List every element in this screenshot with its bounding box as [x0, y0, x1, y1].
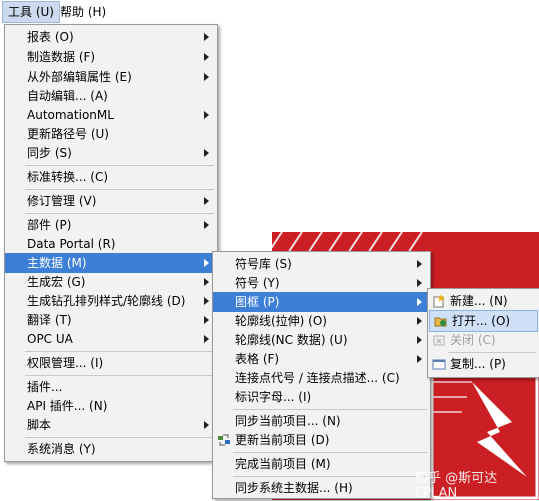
menu-item-edit-external-properties[interactable]: 从外部编辑属性 (E) [5, 67, 217, 87]
menu-item-update-route-numbers[interactable]: 更新路径号 (U) [5, 124, 217, 144]
menu-separator [25, 375, 214, 376]
menu-separator [25, 351, 214, 352]
menu-item-form[interactable]: 表格 (F) [213, 349, 430, 369]
menu-item-translate[interactable]: 翻译 (T) [5, 310, 217, 330]
menu-separator [233, 476, 427, 477]
menu-item-generate-macros[interactable]: 生成宏 (G) [5, 272, 217, 292]
menu-item-auto-edit[interactable]: 自动编辑... (A) [5, 86, 217, 106]
menu-bar: 工具 (U) 帮助 (H) [0, 0, 539, 24]
menu-tools[interactable]: 工具 (U) [2, 1, 60, 23]
menu-item-complete-current-project[interactable]: 完成当前项目 (M) [213, 454, 430, 474]
menu-separator [25, 437, 214, 438]
menu-separator [25, 189, 214, 190]
menu-help[interactable]: 帮助 (H) [55, 2, 111, 22]
update-project-icon [217, 433, 231, 447]
menu-item-outline-extrude[interactable]: 轮廓线(拉伸) (O) [213, 311, 430, 331]
menu-item-copy[interactable]: 复制... (P) [428, 354, 539, 374]
menu-item-close[interactable]: 关闭 (C) [428, 330, 539, 350]
menu-item-plot-frame[interactable]: 图框 (P) [213, 292, 430, 312]
menu-item-new[interactable]: 新建... (N) [428, 291, 539, 311]
menu-item-automationml[interactable]: AutomationML [5, 105, 217, 125]
menu-separator [448, 352, 536, 353]
menu-item-data-portal[interactable]: Data Portal (R) [5, 234, 217, 254]
menu-item-connection-point-designations[interactable]: 连接点代号 / 连接点描述... (C) [213, 368, 430, 388]
tools-menu: 报表 (O) 制造数据 (F) 从外部编辑属性 (E) 自动编辑... (A) … [4, 24, 218, 462]
menu-item-sync-current-project[interactable]: 同步当前项目... (N) [213, 411, 430, 431]
menu-separator [233, 452, 427, 453]
menu-separator [25, 165, 214, 166]
menu-item-reports[interactable]: 报表 (O) [5, 27, 217, 47]
new-file-icon [432, 294, 446, 308]
watermark-text: 知乎 @斯可达EPLAN [415, 471, 498, 501]
menu-item-opc-ua[interactable]: OPC UA [5, 329, 217, 349]
menu-item-sync[interactable]: 同步 (S) [5, 143, 217, 163]
open-folder-icon [434, 314, 448, 328]
menu-item-scripts[interactable]: 脚本 [5, 415, 217, 435]
menu-item-master-data[interactable]: 主数据 (M) [5, 253, 217, 273]
menu-item-standard-conversion[interactable]: 标准转换... (C) [5, 167, 217, 187]
menu-item-symbol-library[interactable]: 符号库 (S) [213, 254, 430, 274]
menu-item-api-addons[interactable]: API 插件... (N) [5, 396, 217, 416]
menu-item-manufacturing-data[interactable]: 制造数据 (F) [5, 47, 217, 67]
menu-item-outline-nc-data[interactable]: 轮廓线(NC 数据) (U) [213, 330, 430, 350]
menu-item-system-messages[interactable]: 系统消息 (Y) [5, 439, 217, 459]
close-file-icon [432, 333, 446, 347]
master-data-submenu: 符号库 (S) 符号 (Y) 图框 (P) 轮廓线(拉伸) (O) 轮廓线(NC… [212, 251, 431, 499]
menu-item-parts[interactable]: 部件 (P) [5, 215, 217, 235]
menu-item-symbol[interactable]: 符号 (Y) [213, 273, 430, 293]
menu-separator [233, 409, 427, 410]
menu-item-rights-management[interactable]: 权限管理... (I) [5, 353, 217, 373]
menu-item-generate-drilling-patterns[interactable]: 生成钻孔排列样式/轮廓线 (D) [5, 291, 217, 311]
menu-item-addons[interactable]: 插件... [5, 377, 217, 397]
menu-item-identifying-letters[interactable]: 标识字母... (I) [213, 387, 430, 407]
menu-separator [25, 213, 214, 214]
menu-item-update-current-project[interactable]: 更新当前项目 (D) [213, 430, 430, 450]
plot-frame-submenu: 新建... (N) 打开... (O) 关闭 (C) 复制... (P) [427, 288, 539, 378]
copy-icon [432, 357, 446, 371]
menu-item-sync-system-master-data[interactable]: 同步系统主数据... (H) [213, 478, 430, 498]
menu-item-revision-management[interactable]: 修订管理 (V) [5, 191, 217, 211]
menu-item-open[interactable]: 打开... (O) [429, 310, 538, 332]
